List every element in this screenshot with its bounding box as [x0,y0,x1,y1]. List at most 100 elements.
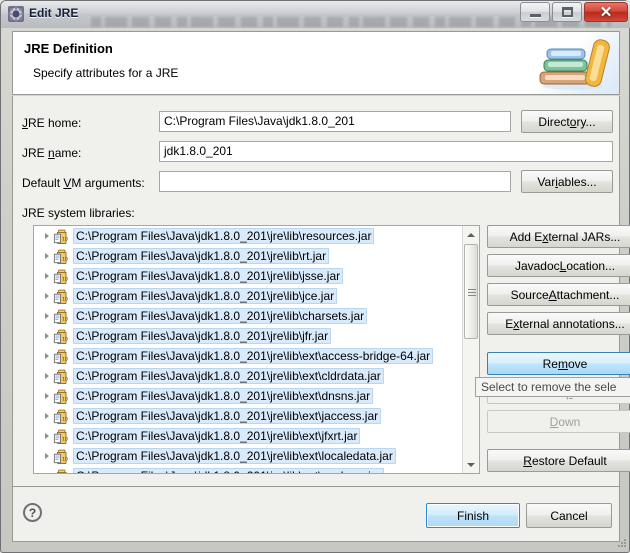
add-external-jars-button[interactable]: Add Ex ternal JARs... [487,225,630,248]
chevron-right-icon[interactable] [41,346,53,366]
list-item-label: C:\Program Files\Java\jdk1.8.0_201\jre\l… [73,448,396,464]
jar-file-icon: 10 [53,248,69,264]
list-item-label: C:\Program Files\Java\jdk1.8.0_201\jre\l… [73,428,361,444]
list-item[interactable]: 10 C:\Program Files\Java\jdk1.8.0_201\jre… [34,446,462,466]
scrollbar-grip-icon [468,288,476,296]
list-item[interactable]: 10 C:\Program Files\Java\jdk1.8.0_201\jre… [34,466,462,473]
jar-file-icon: 10 [53,348,69,364]
books-stack-icon [527,32,619,94]
javadoc-location-button[interactable]: Javadoc Location... [487,254,630,277]
close-button[interactable]: ✕ [584,2,628,22]
edit-jre-dialog-window: Edit JRE ✕ JRE Definition Specify attrib… [0,0,630,553]
chevron-right-icon[interactable] [41,366,53,386]
title-bar[interactable]: Edit JRE ✕ [1,1,630,28]
resize-grip-icon[interactable] [615,538,627,550]
chevron-right-icon[interactable] [41,406,53,426]
remove-button-tooltip: Select to remove the sele [475,377,630,397]
list-item-label: C:\Program Files\Java\jdk1.8.0_201\jre\l… [73,288,338,304]
chevron-right-icon[interactable] [41,286,53,306]
jar-file-icon: 10 [53,468,69,473]
list-item[interactable]: 10 C:\Program Files\Java\jdk1.8.0_201\jre… [34,326,462,346]
chevron-right-icon[interactable] [41,306,53,326]
list-rows-container: 10 C:\Program Files\Java\jdk1.8.0_201\jre… [34,226,462,473]
jar-file-icon: 10 [53,228,69,244]
jar-file-icon: 10 [53,388,69,404]
svg-text:10: 10 [62,236,68,242]
dialog-body: JRE home: C:\Program Files\Java\jdk1.8.0… [12,96,630,486]
close-icon: ✕ [599,3,613,21]
jre-gear-icon [8,6,24,22]
scroll-up-arrow-icon[interactable] [463,226,479,243]
list-item-label: C:\Program Files\Java\jdk1.8.0_201\jre\l… [73,408,382,424]
svg-text:10: 10 [62,396,68,402]
jar-file-icon: 10 [53,428,69,444]
source-attachment-button[interactable]: Source Attachment... [487,283,630,306]
list-item[interactable]: 10 C:\Program Files\Java\jdk1.8.0_201\jre… [34,246,462,266]
minimize-button[interactable] [520,2,550,22]
jar-file-icon: 10 [53,408,69,424]
svg-text:10: 10 [62,376,68,382]
list-item[interactable]: 10 C:\Program Files\Java\jdk1.8.0_201\jre… [34,266,462,286]
scrollbar-thumb[interactable] [464,244,478,339]
minimize-icon [521,3,549,21]
list-item[interactable]: 10 C:\Program Files\Java\jdk1.8.0_201\jre… [34,386,462,406]
list-item[interactable]: 10 C:\Program Files\Java\jdk1.8.0_201\jre… [34,406,462,426]
list-item[interactable]: 10 C:\Program Files\Java\jdk1.8.0_201\jre… [34,426,462,446]
list-item-label: C:\Program Files\Java\jdk1.8.0_201\jre\l… [73,308,368,324]
jre-system-libraries-list[interactable]: 10 C:\Program Files\Java\jdk1.8.0_201\jre… [33,225,480,474]
jre-name-input[interactable]: jdk1.8.0_201 [159,141,613,162]
list-item[interactable]: 10 C:\Program Files\Java\jdk1.8.0_201\jre… [34,306,462,326]
dialog-footer: ? Finish Cancel [12,486,620,542]
window-title: Edit JRE [29,6,79,20]
external-annotations-button[interactable]: Ex ternal annotations... [487,312,630,335]
list-vertical-scrollbar[interactable] [462,226,479,473]
maximize-icon [553,3,581,21]
chevron-right-icon[interactable] [41,466,53,473]
svg-text:10: 10 [62,436,68,442]
svg-text:10: 10 [62,456,68,462]
list-item-label: C:\Program Files\Java\jdk1.8.0_201\jre\l… [73,268,344,284]
cancel-button[interactable]: Cancel [526,503,612,528]
jre-name-label: JRE name: [22,146,82,160]
page-title: JRE Definition [24,41,113,56]
jre-system-libraries-label: JRE system libraries: [22,206,135,220]
list-item-label: C:\Program Files\Java\jdk1.8.0_201\jre\l… [73,228,375,244]
chevron-right-icon[interactable] [41,266,53,286]
vm-arguments-input[interactable] [159,171,511,192]
scroll-down-arrow-icon[interactable] [463,456,479,473]
list-item-label: C:\Program Files\Java\jdk1.8.0_201\jre\l… [73,388,374,404]
maximize-button[interactable] [552,2,582,22]
chevron-right-icon[interactable] [41,246,53,266]
help-icon[interactable]: ? [23,503,42,522]
chevron-right-icon[interactable] [41,386,53,406]
down-button[interactable]: Down [487,410,630,433]
svg-text:10: 10 [62,256,68,262]
chevron-right-icon[interactable] [41,446,53,466]
remove-button[interactable]: Re m ove [487,352,630,375]
list-item-label: C:\Program Files\Java\jdk1.8.0_201\jre\l… [73,348,434,364]
jar-file-icon: 10 [53,368,69,384]
jre-home-input[interactable]: C:\Program Files\Java\jdk1.8.0_201 [159,111,511,132]
list-item[interactable]: 10 C:\Program Files\Java\jdk1.8.0_201\jre… [34,366,462,386]
chevron-right-icon[interactable] [41,226,53,246]
list-item[interactable]: 10 C:\Program Files\Java\jdk1.8.0_201\jre… [34,226,462,246]
svg-text:10: 10 [62,336,68,342]
finish-button[interactable]: Finish [426,503,520,528]
svg-text:10: 10 [62,316,68,322]
variables-button[interactable]: Var i ables... [521,170,613,193]
dialog-header: JRE Definition Specify attributes for a … [12,31,620,95]
svg-text:10: 10 [62,276,68,282]
chevron-right-icon[interactable] [41,426,53,446]
directory-button[interactable]: Direct o ry... [521,110,613,133]
svg-text:10: 10 [62,356,68,362]
list-item[interactable]: 10 C:\Program Files\Java\jdk1.8.0_201\jre… [34,286,462,306]
chevron-right-icon[interactable] [41,326,53,346]
page-description: Specify attributes for a JRE [33,66,179,80]
list-item[interactable]: 10 C:\Program Files\Java\jdk1.8.0_201\jre… [34,346,462,366]
jar-file-icon: 10 [53,308,69,324]
list-item-label: C:\Program Files\Java\jdk1.8.0_201\jre\l… [73,368,384,384]
restore-default-button[interactable]: Restore Default [487,449,630,472]
list-item-label: C:\Program Files\Java\jdk1.8.0_201\jre\l… [73,328,332,344]
svg-text:10: 10 [62,296,68,302]
list-item-label: C:\Program Files\Java\jdk1.8.0_201\jre\l… [73,248,330,264]
